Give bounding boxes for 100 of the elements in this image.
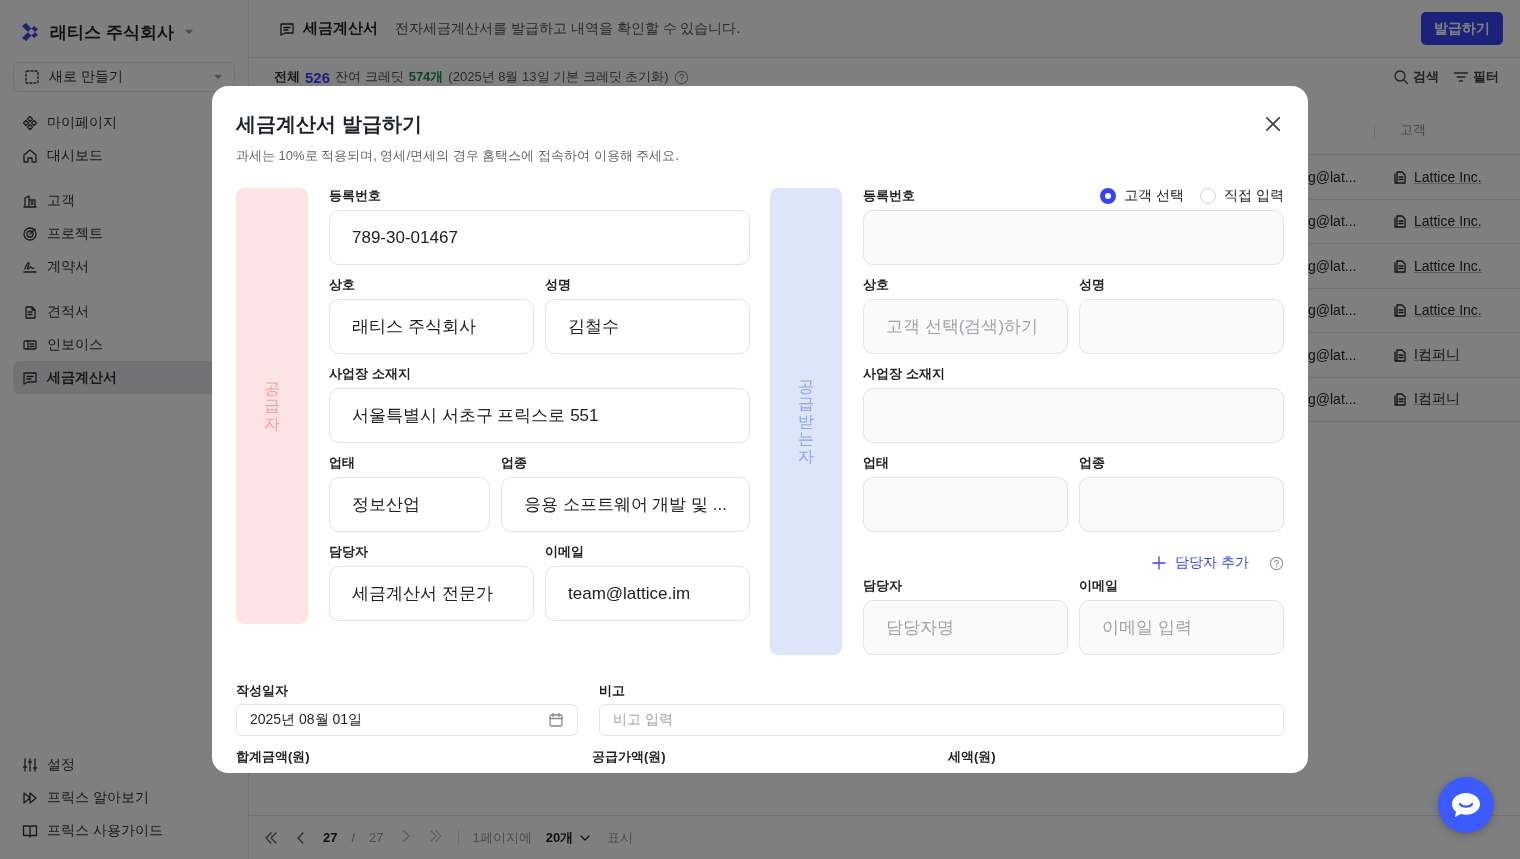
input-field[interactable] [863, 210, 1284, 265]
help-icon [673, 69, 689, 85]
input-field[interactable]: 담당자명 [863, 600, 1068, 655]
customer-link[interactable]: Lattice Inc. [1392, 257, 1482, 274]
sidebar-item[interactable]: 프릭스 알아보기 [13, 781, 235, 814]
field-label: 상호 [863, 276, 889, 294]
total-label: 전체 [274, 68, 300, 86]
input-field[interactable] [1079, 299, 1284, 354]
new-button[interactable]: 새로 만들기 [13, 62, 235, 92]
sidebar-item[interactable]: 설정 [13, 748, 235, 781]
input-field[interactable]: 서울특별시 서초구 프릭스로 551 [329, 388, 750, 443]
document-icon [22, 303, 38, 320]
memo-field[interactable]: 비고 입력 [599, 704, 1284, 736]
field-label: 업태 [863, 454, 889, 472]
field-label: 공급가액(원) [592, 748, 667, 766]
table-cell-text: g@lat... [1308, 257, 1358, 274]
modal-title: 세금계산서 발급하기 [236, 111, 422, 137]
sidebar-item[interactable]: 프릭스 사용가이드 [13, 814, 235, 847]
page-description: 전자세금계산서를 발급하고 내역을 확인할 수 있습니다. [395, 19, 741, 38]
field-label: 합계금액(원) [236, 748, 311, 766]
document-icon [1392, 346, 1408, 363]
dashed-square-icon [24, 69, 40, 85]
customer-link[interactable]: I컴퍼니 [1392, 345, 1460, 364]
field-label: 등록번호 [329, 187, 381, 205]
input-field[interactable]: 789-30-01467 [329, 210, 750, 265]
field-label: 성명 [1079, 276, 1105, 294]
page-separator: / [351, 830, 356, 845]
sliders-icon [22, 756, 38, 773]
field-label: 세액(원) [948, 748, 997, 766]
total-count: 526 [305, 68, 331, 86]
filter-icon [1453, 69, 1469, 85]
message-icon [22, 369, 38, 386]
customer-link[interactable]: Lattice Inc. [1392, 213, 1482, 230]
table-cell-text: g@lat... [1308, 391, 1358, 408]
field-label: 업태 [329, 454, 355, 472]
credit-count: 574개 [408, 68, 444, 86]
field-label: 작성일자 [236, 682, 288, 700]
table-cell-text: g@lat... [1308, 302, 1358, 319]
date-field[interactable]: 2025년 08월 01일 [236, 704, 578, 736]
table-cell-text: g@lat... [1308, 168, 1358, 185]
table-cell-text: g@lat... [1308, 346, 1358, 363]
target-icon [22, 225, 38, 242]
document-icon [1392, 391, 1408, 408]
field-label: 업종 [1079, 454, 1105, 472]
field-label: 담당자 [329, 543, 368, 561]
issue-button[interactable]: 발급하기 [1421, 12, 1503, 45]
supplier-bar: 공급자 [236, 188, 308, 624]
document-icon [1392, 213, 1408, 230]
input-field[interactable]: 세금계산서 전문가 [329, 566, 534, 621]
search-icon [1393, 69, 1409, 85]
add-contact-link[interactable]: 담당자 추가 [1151, 554, 1249, 572]
help-icon [1269, 555, 1284, 571]
current-page: 27 [323, 830, 338, 845]
input-field[interactable]: 래티스 주식회사 [329, 299, 534, 354]
document-icon [1392, 302, 1408, 319]
field-label: 비고 [599, 682, 625, 700]
home-icon [22, 147, 38, 164]
chat-icon [1450, 791, 1482, 819]
field-label: 이메일 [545, 543, 584, 561]
chat-button[interactable] [1438, 777, 1494, 833]
field-label: 등록번호 [863, 187, 915, 205]
customer-link[interactable]: Lattice Inc. [1392, 168, 1482, 185]
credit-note: (2025년 8월 13일 기본 크레딧 초기화) [448, 68, 669, 86]
document-icon [1392, 257, 1408, 274]
book-icon [22, 822, 38, 839]
input-field[interactable] [863, 477, 1068, 532]
plus-icon [1151, 555, 1168, 571]
input-field[interactable]: 이메일 입력 [1079, 600, 1284, 655]
field-label: 이메일 [1079, 577, 1118, 595]
recipient-bar: 공급받는자 [770, 188, 842, 655]
company-name: 래티스 주식회사 [50, 21, 174, 44]
input-field[interactable]: team@lattice.im [545, 566, 750, 621]
input-field[interactable] [1079, 477, 1284, 532]
field-label: 업종 [500, 454, 527, 472]
credit-label: 잔여 크레딧 [335, 68, 404, 86]
field-label: 담당자 [863, 577, 902, 595]
page-title: 세금계산서 [303, 19, 378, 38]
field-label: 성명 [545, 276, 571, 294]
per-page-select[interactable]: 20개 [545, 828, 594, 847]
filter-button[interactable]: 필터 [1453, 68, 1499, 86]
field-label: 상호 [329, 276, 355, 294]
field-label: 사업장 소재지 [329, 365, 411, 383]
radio-option[interactable]: 직접 입력 [1200, 187, 1284, 205]
column-header: 고객 [1400, 121, 1426, 139]
radio-option[interactable]: 고객 선택 [1100, 187, 1185, 205]
field-label: 사업장 소재지 [863, 365, 945, 383]
table-cell-text: g@lat... [1308, 213, 1358, 230]
calendar-icon [548, 712, 564, 728]
search-button[interactable]: 검색 [1393, 68, 1439, 86]
input-field[interactable]: 김철수 [545, 299, 750, 354]
customer-link[interactable]: Lattice Inc. [1392, 302, 1482, 319]
modal-description: 과세는 10%로 적용되며, 영세/면세의 경우 홈택스에 접속하여 이용해 주세요. [236, 147, 680, 165]
input-field[interactable]: 정보산업 [329, 477, 490, 532]
message-icon [279, 20, 295, 37]
input-field[interactable]: 응용 소프트웨어 개발 및 ... [500, 477, 750, 532]
diamond-icon [22, 114, 38, 131]
input-field[interactable] [863, 388, 1284, 443]
input-field[interactable]: 고객 선택(검색)하기 [863, 299, 1068, 354]
document-icon [1392, 168, 1408, 185]
customer-link[interactable]: I컴퍼니 [1392, 390, 1460, 409]
